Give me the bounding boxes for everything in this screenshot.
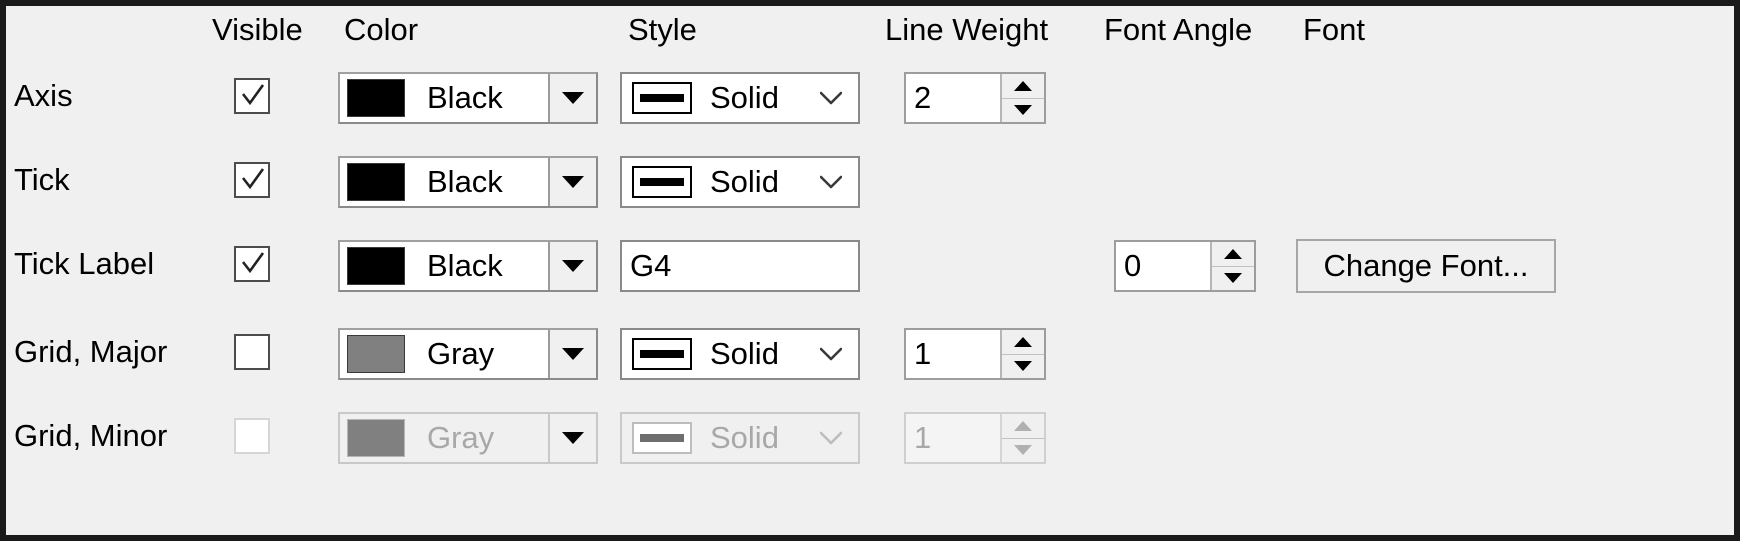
- caret-down-icon: [562, 348, 584, 360]
- visible-checkbox-axis[interactable]: [234, 78, 270, 114]
- spinner-buttons: [1000, 74, 1044, 122]
- line-weight-spinner-grid-major[interactable]: 1: [904, 328, 1046, 380]
- arrow-up-icon: [1014, 80, 1032, 91]
- spinner-value: 1: [914, 420, 932, 455]
- column-header-color: Color: [344, 12, 419, 47]
- visible-checkbox-grid-minor: [234, 418, 270, 454]
- column-header-font: Font: [1303, 12, 1366, 47]
- font-angle-spinner-tick-label[interactable]: 0: [1114, 240, 1256, 292]
- visible-checkbox-grid-major[interactable]: [234, 334, 270, 370]
- arrow-down-icon: [1224, 273, 1242, 284]
- spinner-value[interactable]: 0: [1116, 242, 1210, 290]
- color-dropdown-button[interactable]: [548, 330, 596, 378]
- visible-checkbox-tick[interactable]: [234, 162, 270, 198]
- color-combo-tick[interactable]: Black: [338, 156, 598, 208]
- spinner-value[interactable]: 1: [906, 330, 1000, 378]
- visible-checkbox-tick-label[interactable]: [234, 246, 270, 282]
- spinner-down-button: [1002, 439, 1044, 463]
- spinner-buttons: [1000, 330, 1044, 378]
- arrow-up-icon: [1014, 420, 1032, 431]
- color-swatch: [347, 335, 405, 373]
- line-sample-icon: [632, 422, 692, 454]
- arrow-down-icon: [1014, 105, 1032, 116]
- column-header-style: Style: [628, 12, 697, 47]
- axis-style-settings-panel: Visible Color Style Line Weight Font Angle Fo…: [0, 0, 1740, 541]
- row-label-axis: Axis: [14, 78, 73, 113]
- row-label-tick: Tick: [14, 162, 70, 197]
- check-icon: [241, 252, 265, 274]
- spinner-up-button[interactable]: [1002, 74, 1044, 99]
- spinner-up-button[interactable]: [1002, 330, 1044, 355]
- spinner-down-button[interactable]: [1002, 99, 1044, 123]
- caret-down-icon: [562, 176, 584, 188]
- spinner-value[interactable]: 2: [906, 74, 1000, 122]
- line-sample-icon: [632, 338, 692, 370]
- color-name-label: Black: [427, 80, 503, 115]
- check-icon: [241, 168, 265, 190]
- style-combo-tick[interactable]: Solid: [620, 156, 860, 208]
- arrow-up-icon: [1224, 248, 1242, 259]
- chevron-down-icon[interactable]: [820, 91, 842, 105]
- color-combo-tick-label[interactable]: Black: [338, 240, 598, 292]
- color-name-label: Black: [427, 164, 503, 199]
- style-combo-grid-minor: Solid: [620, 412, 860, 464]
- color-swatch: [347, 163, 405, 201]
- column-header-line-weight: Line Weight: [885, 12, 1049, 47]
- column-header-font-angle: Font Angle: [1104, 12, 1253, 47]
- color-dropdown-button[interactable]: [548, 74, 596, 122]
- style-combo-axis[interactable]: Solid: [620, 72, 860, 124]
- color-dropdown-button: [548, 414, 596, 462]
- chevron-down-icon[interactable]: [820, 347, 842, 361]
- color-combo-grid-minor: Gray: [338, 412, 598, 464]
- style-name-label: Solid: [710, 420, 779, 455]
- color-name-label: Black: [427, 248, 503, 283]
- color-swatch-area: Black: [340, 74, 548, 122]
- line-sample-icon: [632, 166, 692, 198]
- line-weight-spinner-grid-minor: 1: [904, 412, 1046, 464]
- chevron-down-icon[interactable]: [820, 175, 842, 189]
- color-swatch-area: Gray: [340, 330, 548, 378]
- spinner-down-button[interactable]: [1212, 267, 1254, 291]
- spinner-buttons: [1000, 414, 1044, 462]
- style-combo-grid-major[interactable]: Solid: [620, 328, 860, 380]
- color-swatch: [347, 247, 405, 285]
- spinner-buttons: [1210, 242, 1254, 290]
- color-name-label: Gray: [427, 420, 495, 455]
- line-weight-spinner-axis[interactable]: 2: [904, 72, 1046, 124]
- color-combo-grid-major[interactable]: Gray: [338, 328, 598, 380]
- spinner-up-button: [1002, 414, 1044, 439]
- chevron-down-icon: [820, 431, 842, 445]
- row-label-tick-label: Tick Label: [14, 246, 155, 281]
- color-dropdown-button[interactable]: [548, 242, 596, 290]
- color-swatch-area: Black: [340, 242, 548, 290]
- change-font-button[interactable]: Change Font...: [1296, 239, 1556, 293]
- color-swatch: [347, 419, 405, 457]
- arrow-down-icon: [1014, 361, 1032, 372]
- spinner-up-button[interactable]: [1212, 242, 1254, 267]
- column-header-visible: Visible: [212, 12, 303, 47]
- tick-label-format-input[interactable]: G4: [620, 240, 860, 292]
- color-swatch-area: Black: [340, 158, 548, 206]
- color-name-label: Gray: [427, 336, 495, 371]
- caret-down-icon: [562, 260, 584, 272]
- color-dropdown-button[interactable]: [548, 158, 596, 206]
- spinner-down-button[interactable]: [1002, 355, 1044, 379]
- style-name-label: Solid: [710, 164, 779, 199]
- row-label-grid-minor: Grid, Minor: [14, 418, 168, 453]
- arrow-up-icon: [1014, 336, 1032, 347]
- check-icon: [241, 84, 265, 106]
- style-name-label: Solid: [710, 336, 779, 371]
- color-swatch-area: Gray: [340, 414, 548, 462]
- caret-down-icon: [562, 92, 584, 104]
- line-sample-icon: [632, 82, 692, 114]
- row-label-grid-major: Grid, Major: [14, 334, 168, 369]
- arrow-down-icon: [1014, 445, 1032, 456]
- caret-down-icon: [562, 432, 584, 444]
- style-name-label: Solid: [710, 80, 779, 115]
- color-swatch: [347, 79, 405, 117]
- color-combo-axis[interactable]: Black: [338, 72, 598, 124]
